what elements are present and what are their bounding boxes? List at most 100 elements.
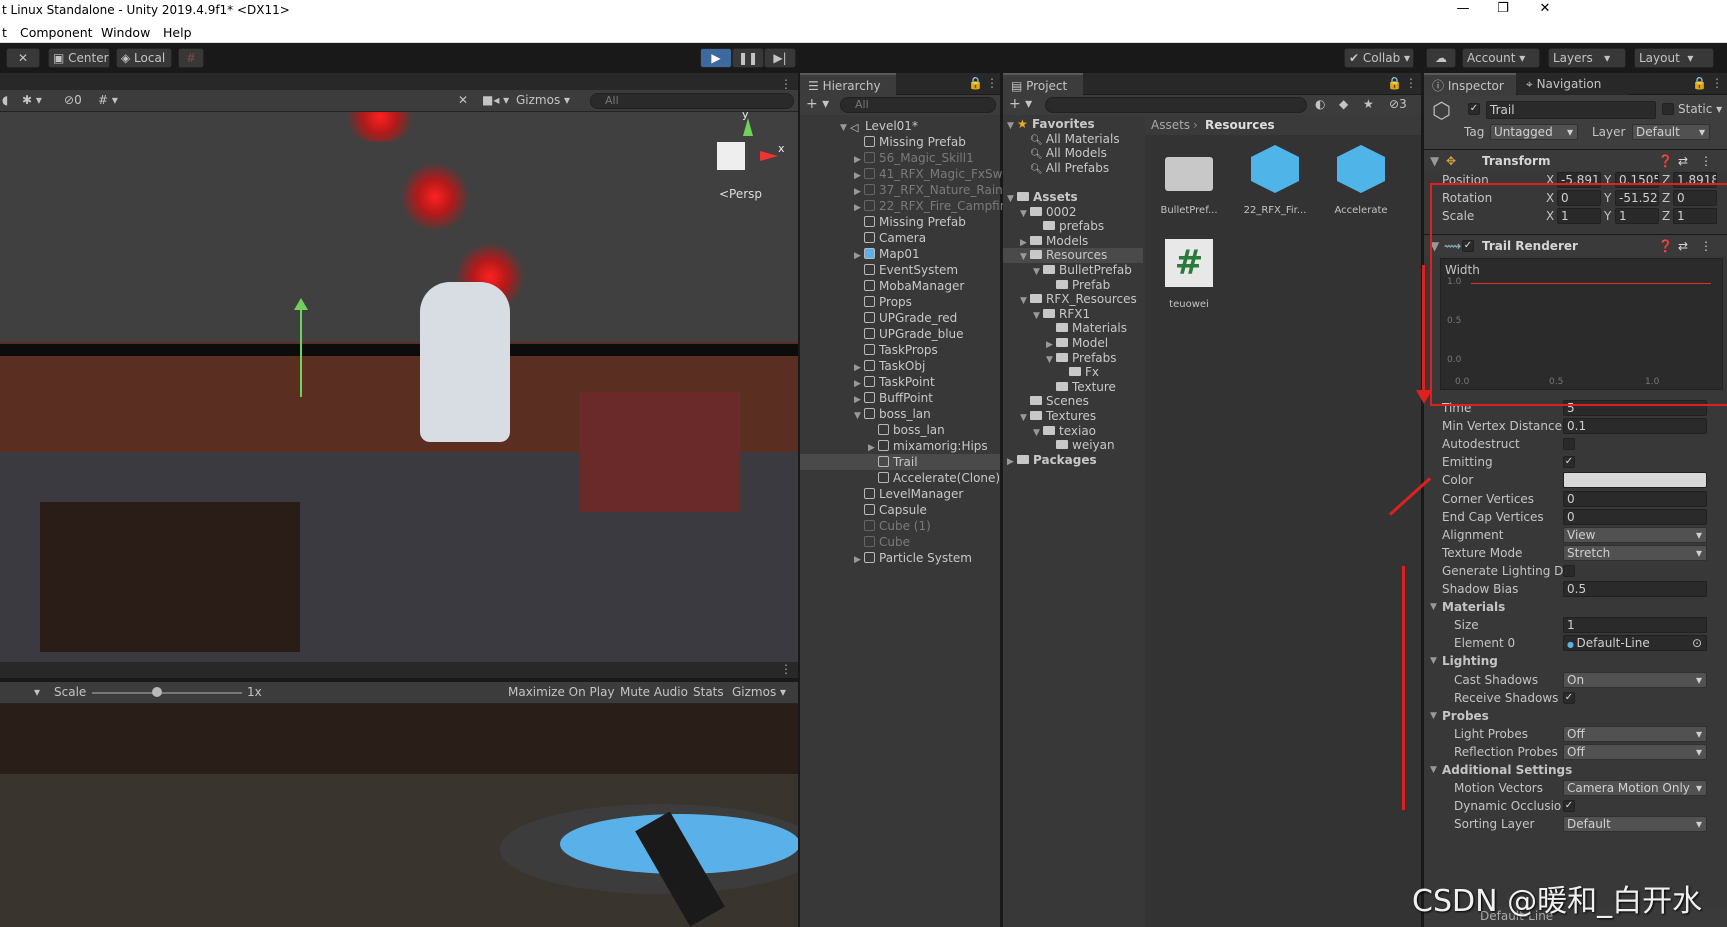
favorite-star-icon[interactable]: ★ bbox=[1363, 97, 1374, 111]
hierarchy-item[interactable]: EventSystem bbox=[800, 262, 958, 278]
width-curve-line[interactable] bbox=[1471, 283, 1711, 284]
foldout-section[interactable]: ▼ Probes bbox=[1424, 707, 1727, 725]
orientation-gizmo[interactable] bbox=[717, 142, 745, 170]
cloud-icon[interactable]: ☁ bbox=[1426, 48, 1456, 68]
create-button[interactable]: + ▾ bbox=[806, 96, 829, 112]
hierarchy-item[interactable]: ▼ boss_lan bbox=[800, 406, 931, 422]
maximize-button[interactable]: ❐ bbox=[1488, 1, 1518, 16]
object-field[interactable]: ● Default-Line ⊙ bbox=[1563, 635, 1707, 652]
transform-y-field[interactable]: 1 bbox=[1615, 208, 1659, 224]
project-create-button[interactable]: + ▾ bbox=[1009, 96, 1032, 112]
property-field[interactable]: 1 bbox=[1563, 617, 1707, 634]
pause-button[interactable]: ❚❚ bbox=[732, 48, 764, 68]
transform-z-field[interactable]: 1.8918 bbox=[1673, 172, 1717, 188]
menu-item-component[interactable]: Component bbox=[20, 25, 93, 40]
project-tree-item[interactable]: ▼ BulletPrefab bbox=[1003, 263, 1143, 278]
filter-type-icon[interactable]: ◐ bbox=[1315, 97, 1325, 111]
scale-slider[interactable] bbox=[92, 692, 242, 694]
static-dropdown[interactable]: Static ▾ bbox=[1678, 102, 1722, 116]
audio-icon[interactable]: ◖ bbox=[2, 93, 8, 107]
axis-x-label[interactable]: X bbox=[1546, 171, 1554, 189]
project-tree-item[interactable]: prefabs bbox=[1003, 219, 1143, 234]
width-curve-editor[interactable]: Width 1.0 0.5 0.0 0.0 0.5 1.0 bbox=[1440, 258, 1723, 390]
play-button[interactable]: ▶ bbox=[700, 48, 732, 68]
property-field[interactable]: 0.1 bbox=[1563, 418, 1707, 435]
project-tree-item[interactable]: Texture bbox=[1003, 380, 1143, 395]
step-button[interactable]: ▶| bbox=[764, 48, 796, 68]
project-tree-item[interactable]: ▼ RFX_Resources bbox=[1003, 292, 1143, 307]
transform-x-field[interactable]: 0 bbox=[1557, 190, 1601, 206]
hierarchy-item[interactable]: Cube (1) bbox=[800, 518, 931, 534]
transform-z-field[interactable]: 1 bbox=[1673, 208, 1717, 224]
pivot-local-button[interactable]: ◈ Local bbox=[116, 48, 172, 68]
property-dropdown[interactable]: On ▾ bbox=[1563, 671, 1707, 688]
static-checkbox[interactable] bbox=[1662, 103, 1674, 115]
component-menu-icon[interactable]: ⋮ bbox=[1700, 235, 1712, 257]
object-name-field[interactable]: Trail bbox=[1486, 101, 1656, 119]
property-field[interactable]: 0 bbox=[1563, 508, 1707, 525]
transform-y-field[interactable]: 0.1505 bbox=[1615, 172, 1659, 188]
tab-project[interactable]: ▤ Project bbox=[1003, 73, 1083, 95]
component-menu-icon[interactable]: ⋮ bbox=[1700, 150, 1712, 172]
hierarchy-item[interactable]: ▶ 41_RFX_Magic_FxSwc bbox=[800, 166, 1009, 182]
project-tree-item[interactable]: 🔍︎ All Materials bbox=[1003, 132, 1143, 147]
asset-tile[interactable]: Accelerate bbox=[1321, 139, 1401, 227]
grid-icon[interactable]: # ▾ bbox=[98, 93, 118, 107]
project-tree-item[interactable]: ▼ RFX1 bbox=[1003, 307, 1143, 322]
project-menu-icon[interactable]: ⋮ bbox=[1405, 76, 1417, 90]
trail-renderer-header[interactable]: ▼ ⟿ ✓ Trail Renderer ❓ ⇄ ⋮ bbox=[1424, 234, 1727, 256]
foldout-arrow-icon[interactable]: ▼ bbox=[1430, 598, 1437, 616]
grid-snap-icon[interactable]: # bbox=[178, 48, 204, 68]
project-tree-item[interactable]: 🔍︎ All Prefabs bbox=[1003, 161, 1143, 176]
foldout-section[interactable]: ▼ Materials bbox=[1424, 598, 1727, 616]
project-tree-item[interactable]: weiyan bbox=[1003, 438, 1143, 453]
hierarchy-item[interactable]: Cube bbox=[800, 534, 910, 550]
close-button[interactable]: ✕ bbox=[1530, 1, 1560, 16]
property-dropdown[interactable]: Off ▾ bbox=[1563, 725, 1707, 742]
scene-search-input[interactable]: All bbox=[590, 93, 794, 109]
hierarchy-item[interactable]: MobaManager bbox=[800, 278, 964, 294]
tab-inspector[interactable]: ⓘ Inspector bbox=[1424, 73, 1516, 95]
hierarchy-item[interactable]: ▶ TaskObj bbox=[800, 358, 925, 374]
maximize-on-play-toggle[interactable]: Maximize On Play bbox=[508, 685, 615, 699]
hierarchy-item[interactable]: ▶ mixamorig:Hips bbox=[800, 438, 988, 454]
property-dropdown[interactable]: Off ▾ bbox=[1563, 743, 1707, 760]
game-menu-icon[interactable]: ⋮ bbox=[780, 662, 792, 676]
hierarchy-item[interactable]: boss_lan bbox=[800, 422, 945, 438]
foldout-arrow-icon[interactable]: ▶ bbox=[854, 552, 864, 568]
mute-audio-toggle[interactable]: Mute Audio bbox=[620, 685, 688, 699]
project-tree-item[interactable]: Prefab bbox=[1003, 278, 1143, 293]
collab-button[interactable]: ✔ Collab ▾ bbox=[1344, 48, 1414, 68]
hierarchy-item[interactable]: ▶ BuffPoint bbox=[800, 390, 933, 406]
project-tree-item[interactable]: ▼ ★ Favorites bbox=[1003, 117, 1143, 132]
tab-navigation[interactable]: ⌖ Navigation bbox=[1518, 73, 1628, 95]
game-viewport[interactable] bbox=[0, 704, 798, 927]
asset-tile[interactable]: BulletPref... bbox=[1149, 139, 1229, 227]
scene-tools-icon[interactable]: ✕ bbox=[458, 93, 468, 107]
hierarchy-item[interactable]: Props bbox=[800, 294, 912, 310]
transform-header[interactable]: ▼ ✥ Transform ❓ ⇄ ⋮ bbox=[1424, 149, 1727, 171]
foldout-arrow-icon[interactable]: ▼ bbox=[1430, 761, 1437, 779]
property-checkbox[interactable] bbox=[1563, 564, 1575, 577]
hierarchy-search-input[interactable]: All bbox=[840, 97, 996, 113]
hierarchy-item[interactable]: ▶ 22_RFX_Fire_Campfire bbox=[800, 198, 1012, 214]
axis-y-label[interactable]: Y bbox=[1604, 207, 1611, 225]
color-swatch[interactable] bbox=[1563, 472, 1707, 489]
layout-dropdown[interactable]: Layout ▾ bbox=[1634, 48, 1714, 68]
axis-y-label[interactable]: Y bbox=[1604, 171, 1611, 189]
project-tree-item[interactable]: ▼ texiao bbox=[1003, 424, 1143, 439]
scene-viewport[interactable]: y x <Persp bbox=[0, 112, 798, 662]
minimize-button[interactable]: — bbox=[1448, 1, 1478, 16]
visibility-icon[interactable]: ⊘0 bbox=[64, 93, 82, 107]
hierarchy-item[interactable]: ▶ Map01 bbox=[800, 246, 920, 262]
hidden-packages-icon[interactable]: ⊘3 bbox=[1389, 97, 1407, 111]
inspector-menu-icon[interactable]: ⋮ bbox=[1711, 76, 1723, 90]
game-gizmos-dropdown[interactable]: Gizmos ▾ bbox=[732, 685, 786, 699]
lock-icon[interactable]: 🔒 bbox=[968, 76, 983, 90]
project-tree-item[interactable]: 🔍︎ All Models bbox=[1003, 146, 1143, 161]
project-tree-item[interactable]: ▼ Resources bbox=[1003, 248, 1143, 264]
breadcrumb-assets[interactable]: Assets bbox=[1151, 115, 1190, 135]
menu-item-t[interactable]: t bbox=[2, 25, 7, 40]
hierarchy-item[interactable]: ▶ 37_RFX_Nature_Rain2 bbox=[800, 182, 1010, 198]
tab-hierarchy[interactable]: ☰ Hierarchy bbox=[800, 73, 896, 95]
